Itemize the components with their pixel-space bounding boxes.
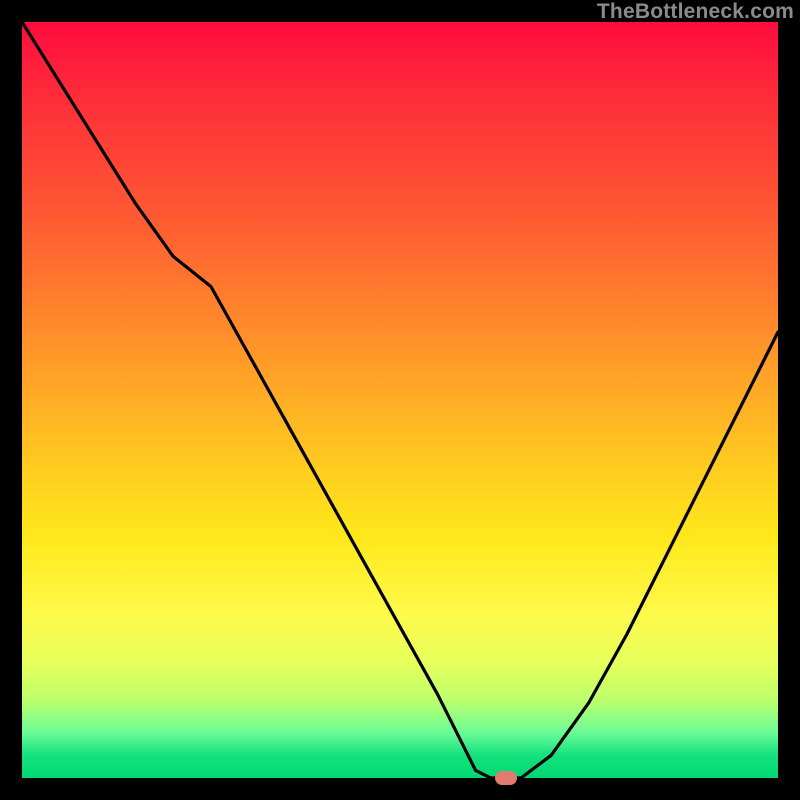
chart-stage: TheBottleneck.com — [0, 0, 800, 800]
optimal-point-marker — [495, 771, 517, 785]
watermark-text: TheBottleneck.com — [597, 0, 794, 24]
bottleneck-curve — [22, 22, 778, 778]
plot-area — [22, 22, 778, 778]
